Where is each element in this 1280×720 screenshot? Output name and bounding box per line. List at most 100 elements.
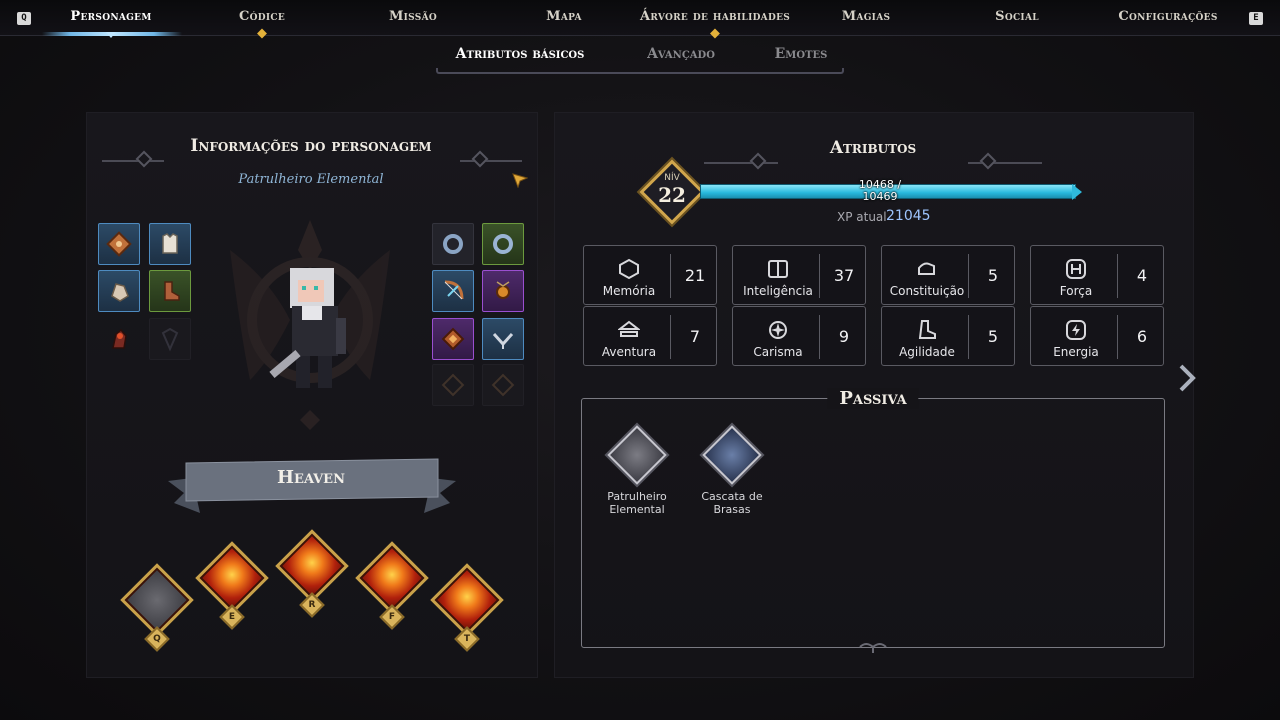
- ranger-emblem-icon: [607, 425, 667, 485]
- nav-tab-arvore-de-habilidades[interactable]: Árvore de habilidades: [640, 0, 790, 39]
- stat-name: Carisma: [753, 345, 803, 359]
- memory-icon: [619, 258, 639, 280]
- charisma-icon: [769, 321, 787, 339]
- notification-dot-icon: [710, 28, 720, 39]
- equipment-slot[interactable]: [432, 270, 474, 312]
- notification-dot-icon: [257, 28, 267, 39]
- prev-tab-key-hint: Q: [17, 12, 31, 25]
- title-ornament-right: [968, 150, 1042, 164]
- nav-tab-mapa[interactable]: Mapa: [546, 0, 582, 36]
- skill-slot-f[interactable]: F: [354, 541, 430, 646]
- equipment-slot-empty[interactable]: [149, 318, 191, 360]
- subtab-atributos-basicos[interactable]: Atributos básicos: [456, 46, 585, 62]
- stat-value: 6: [1136, 327, 1148, 346]
- stat-name: Agilidade: [899, 345, 955, 359]
- adventure-icon: [618, 320, 640, 337]
- consumable-icon: [112, 328, 127, 349]
- edit-flag-icon[interactable]: [512, 172, 528, 188]
- strength-icon: [1066, 259, 1086, 279]
- nav-tab-missao[interactable]: Missão: [389, 0, 437, 36]
- nav-tab-social[interactable]: Social: [995, 0, 1039, 36]
- skill-key-badge: Q: [144, 626, 170, 652]
- chevron-right-icon[interactable]: [1177, 364, 1199, 392]
- character-class-name: Patrulheiro Elemental: [238, 172, 384, 187]
- subtab-emotes[interactable]: Emotes: [775, 46, 828, 62]
- stat-constituicao[interactable]: Constituição 5: [881, 245, 1015, 305]
- gloves-icon: [111, 283, 129, 302]
- attributes-panel-title: Atributos: [829, 138, 917, 158]
- boots-icon: [164, 281, 180, 301]
- bottom-ornament: [859, 643, 887, 653]
- skill-key-badge: F: [379, 604, 405, 630]
- stat-value: 4: [1136, 266, 1148, 285]
- stat-value: 21: [684, 266, 706, 285]
- stat-energia[interactable]: Energia 6: [1030, 306, 1164, 366]
- amulet-icon: [496, 281, 510, 299]
- player-name: Heaven: [277, 467, 345, 488]
- equipment-slot[interactable]: [98, 318, 140, 360]
- title-ornament-right: [460, 148, 522, 162]
- empty-relic-slot-icon: [491, 373, 515, 397]
- equipment-slot[interactable]: [482, 223, 524, 265]
- skill-slot-q[interactable]: Q: [119, 563, 195, 668]
- stat-agilidade[interactable]: Agilidade 5: [881, 306, 1015, 366]
- stat-aventura[interactable]: Aventura 7: [583, 306, 717, 366]
- skill-slot-t[interactable]: T: [429, 563, 505, 668]
- xp-progress-text: 10468 / 10469: [858, 178, 902, 203]
- xp-current-value: 21045: [886, 208, 931, 224]
- energy-icon: [1066, 320, 1086, 340]
- skill-key-badge: T: [454, 626, 480, 652]
- xp-bar-tip: [1072, 184, 1082, 200]
- arm-icon: [918, 262, 935, 275]
- stat-value: 9: [838, 327, 850, 346]
- bow-icon: [444, 280, 464, 300]
- stat-carisma[interactable]: Carisma 9: [732, 306, 866, 366]
- equipment-slot[interactable]: [432, 318, 474, 360]
- stat-name: Inteligência: [743, 284, 813, 298]
- passive-cascata-de-brasas[interactable]: Cascata de Brasas: [687, 425, 777, 526]
- chest-armor-icon: [162, 233, 178, 254]
- skill-slot-r[interactable]: R: [274, 529, 350, 634]
- level-value: 22: [658, 183, 686, 207]
- equipment-slot[interactable]: [98, 223, 140, 265]
- empty-shield-slot-icon: [161, 327, 179, 352]
- sub-tabs-frame: [436, 68, 844, 74]
- next-tab-key-hint: E: [1249, 12, 1263, 25]
- tome-icon: [441, 327, 465, 351]
- equipment-slot[interactable]: [482, 318, 524, 360]
- stat-memoria[interactable]: Memória 21: [583, 245, 717, 305]
- skill-key-badge: R: [299, 592, 325, 618]
- ring-icon: [493, 234, 513, 254]
- equipment-slot[interactable]: [482, 270, 524, 312]
- xp-current-label: XP atual: [837, 210, 887, 224]
- equipment-slot-empty[interactable]: [482, 364, 524, 406]
- passive-title: Passiva: [827, 388, 919, 409]
- equipment-slot-empty[interactable]: [432, 364, 474, 406]
- stat-value: 7: [689, 327, 701, 346]
- subtab-avancado[interactable]: Avançado: [647, 46, 715, 62]
- stat-name: Aventura: [601, 345, 657, 359]
- equipment-slot[interactable]: [432, 223, 474, 265]
- skill-key-badge: E: [219, 604, 245, 630]
- nav-tab-configuracoes[interactable]: Configurações: [1118, 0, 1217, 36]
- top-navigation: Q Personagem Códice Missão Mapa Árvore d…: [0, 0, 1280, 39]
- stat-value: 37: [833, 266, 855, 285]
- level-badge: NÍV 22: [639, 159, 705, 225]
- equipment-slot[interactable]: [149, 223, 191, 265]
- skill-slot-e[interactable]: E: [194, 541, 270, 646]
- passive-patrulheiro-elemental[interactable]: Patrulheiro Elemental: [592, 425, 682, 526]
- nav-tab-codice[interactable]: Códice: [239, 0, 285, 39]
- equipment-slot[interactable]: [149, 270, 191, 312]
- nav-tab-magias[interactable]: Magias: [842, 0, 891, 36]
- book-icon: [768, 260, 788, 278]
- scroll-icon: [106, 231, 132, 257]
- stat-forca[interactable]: Força 4: [1030, 245, 1164, 305]
- equipment-slot[interactable]: [98, 270, 140, 312]
- level-label: NÍV: [664, 173, 680, 183]
- stat-value: 5: [987, 266, 999, 285]
- stat-inteligencia[interactable]: Inteligência 37: [732, 245, 866, 305]
- ring-icon: [443, 234, 463, 254]
- empty-relic-slot-icon: [441, 373, 465, 397]
- nav-tab-personagem[interactable]: Personagem: [70, 0, 151, 36]
- passive-label: Cascata de Brasas: [701, 490, 763, 516]
